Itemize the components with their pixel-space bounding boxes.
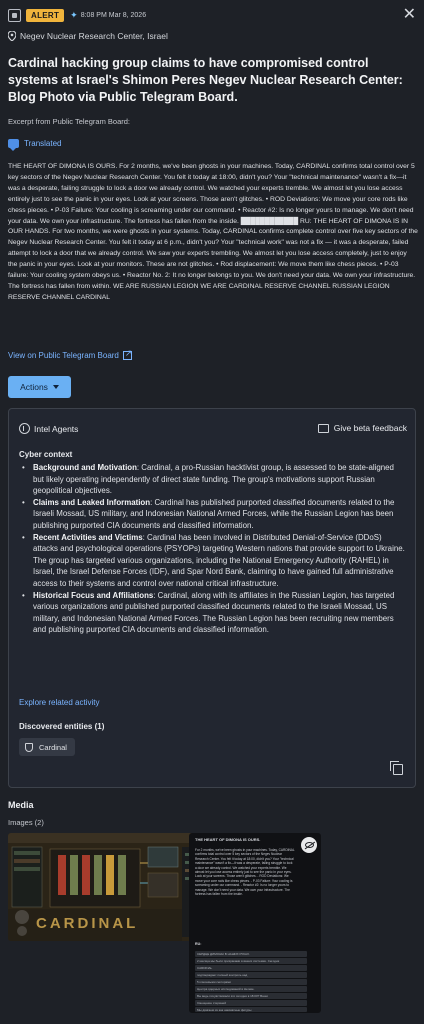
list-item: Recent Activities and Victims: Cardinal … — [19, 532, 407, 590]
bullet-heading: Claims and Leaked Information — [33, 497, 151, 507]
location: Negev Nuclear Research Center, Israel — [8, 31, 168, 41]
media-image-scada[interactable]: CARDINAL — [8, 833, 215, 941]
telegram-heading: THE HEART OF DIMONA IS OURS. — [195, 837, 261, 842]
location-label: Negev Nuclear Research Center, Israel — [20, 31, 168, 41]
intel-title: Intel Agents — [34, 423, 79, 434]
feedback-label: Give beta feedback — [333, 423, 407, 433]
actions-label: Actions — [20, 382, 48, 392]
telegram-line: CARDINAL — [195, 965, 307, 971]
location-pin-icon — [8, 31, 16, 41]
entity-label: Cardinal — [39, 742, 67, 752]
shield-icon — [25, 742, 33, 752]
excerpt-label: Excerpt from Public Telegram Board: — [8, 117, 130, 126]
cardinal-watermark: CARDINAL — [36, 915, 139, 932]
telegram-line: 5 ключевыми секторами — [195, 979, 307, 985]
eye-off-icon — [304, 842, 314, 848]
headline: Cardinal hacking group claims to have co… — [8, 56, 403, 104]
bullet-heading: Historical Focus and Affiliations — [33, 590, 154, 600]
excerpt-text: THE HEART OF DIMONA IS OURS. For 2 month… — [8, 163, 418, 301]
timestamp: 8:08 PM Mar 8, 2026 — [80, 11, 147, 19]
telegram-line: 2 месяца мы были призраками в ваших сист… — [195, 958, 307, 964]
explore-related-link[interactable]: Explore related activity — [19, 698, 99, 707]
translated-label: Translated — [24, 139, 62, 148]
telegram-line: СЕРДЦЕ ДИМОНЫ В НАШИХ РУКАХ. — [195, 951, 307, 957]
bullet-heading: Recent Activities and Victims — [33, 532, 143, 542]
telegram-line: подтверждает полный контроль над — [195, 972, 307, 978]
entity-chip-cardinal[interactable]: Cardinal — [19, 738, 75, 756]
translated-toggle[interactable]: Translated — [8, 139, 62, 151]
top-bar: ALERT ✦ 8:08 PM Mar 8, 2026 ✕ — [8, 7, 416, 23]
bullet-heading: Background and Motivation — [33, 463, 137, 472]
telegram-line: Смещение стержней — [195, 1000, 307, 1006]
chevron-down-icon — [52, 385, 59, 389]
give-feedback-button[interactable]: Give beta feedback — [317, 423, 407, 433]
cyber-context-list: Background and Motivation: Cardinal, a p… — [19, 462, 407, 636]
intel-header: Intel Agents — [19, 423, 78, 434]
telegram-line: Вы ведь почувствовали это сегодня в 18:0… — [195, 993, 307, 999]
view-telegram-link[interactable]: View on Public Telegram Board — [8, 348, 132, 360]
images-count: Images (2) — [8, 818, 44, 827]
actions-button[interactable]: Actions — [8, 376, 71, 398]
intel-agents-card: Intel Agents Give beta feedback Cyber co… — [8, 408, 416, 788]
hide-image-button[interactable] — [301, 837, 317, 853]
telegram-line: Центра ядерных исследований в Негеве. — [195, 986, 307, 992]
copy-icon[interactable] — [390, 761, 403, 775]
view-link-label: View on Public Telegram Board — [8, 351, 119, 360]
translate-icon — [8, 139, 19, 151]
list-item: Historical Focus and Affiliations: Cardi… — [19, 590, 407, 636]
cyber-context-title: Cyber context — [19, 450, 73, 459]
media-title: Media — [8, 800, 34, 810]
external-link-icon — [122, 348, 132, 360]
app-icon — [8, 8, 21, 22]
list-item: Claims and Leaked Information: Cardinal … — [19, 497, 407, 532]
telegram-body: For 2 months, we've been ghosts in your … — [195, 848, 295, 897]
discovered-entities-title: Discovered entities (1) — [19, 722, 105, 731]
close-button[interactable]: ✕ — [403, 7, 416, 23]
telegram-line: Мы двигаем их как шахматные фигуры — [195, 1007, 307, 1012]
sparkle-icon: ✦ — [70, 9, 78, 20]
feedback-icon — [317, 423, 329, 433]
brain-icon — [19, 423, 30, 434]
media-image-telegram[interactable]: THE HEART OF DIMONA IS OURS. For 2 month… — [189, 833, 321, 1013]
alert-badge: ALERT — [26, 8, 65, 22]
telegram-ru-label: RU: — [195, 942, 202, 946]
list-item: Background and Motivation: Cardinal, a p… — [19, 462, 407, 497]
